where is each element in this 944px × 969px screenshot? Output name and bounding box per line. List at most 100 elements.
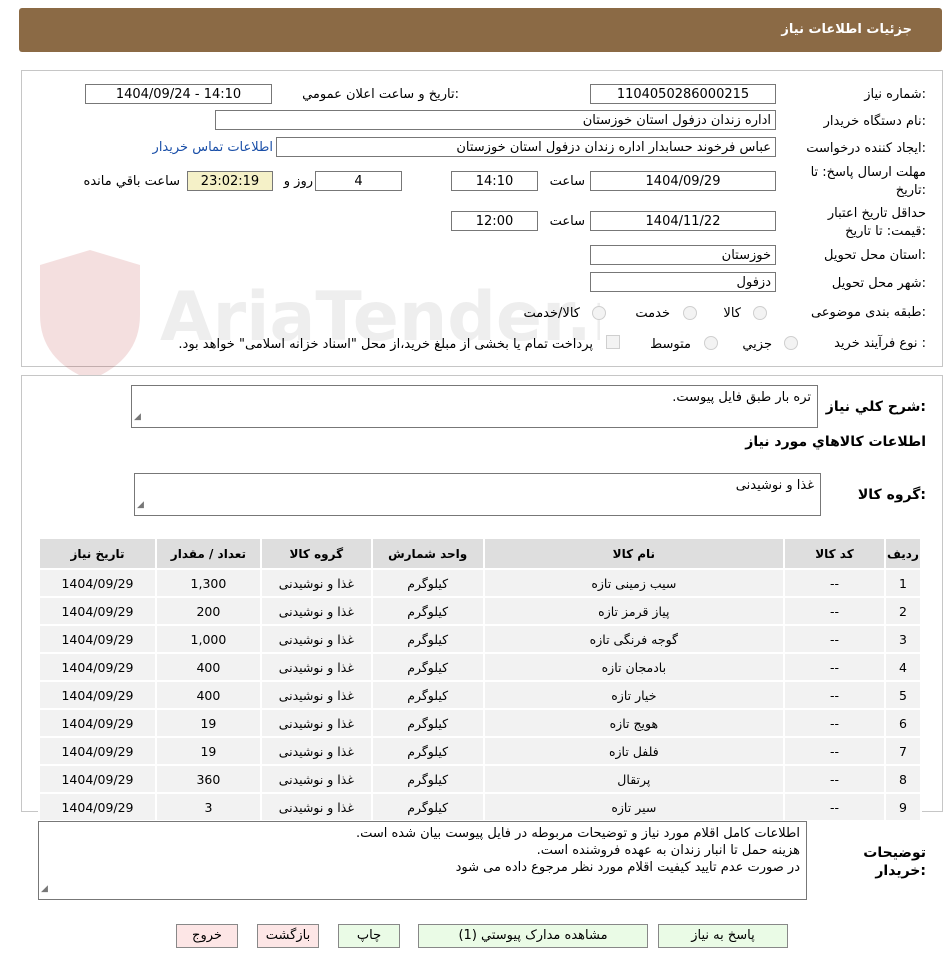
category-option-service: خدمت xyxy=(635,306,670,321)
process-label: نوع فرآيند خريد : xyxy=(834,336,926,351)
category-radio-service[interactable] xyxy=(683,306,697,320)
description-textarea[interactable]: تره بار طبق فایل پیوست. ◢ xyxy=(131,385,818,428)
process-radio-minor[interactable] xyxy=(784,336,798,350)
cell-name: گوجه فرنگی تازه xyxy=(484,626,784,652)
cell-code: -- xyxy=(785,570,884,596)
col-header-unit: واحد شمارش xyxy=(372,539,483,568)
cell-code: -- xyxy=(785,738,884,764)
cell-row-number: 4 xyxy=(885,654,920,680)
cell-code: -- xyxy=(785,766,884,792)
reply-button[interactable]: پاسخ به نياز xyxy=(658,924,788,948)
cell-group: غذا و نوشیدنی xyxy=(261,794,371,820)
buyer-notes-line: در صورت عدم تایید کیفیت اقلام مورد نظر م… xyxy=(455,860,800,875)
buyer-org-label: نام دستگاه خريدار: xyxy=(823,114,926,129)
cell-name: پیاز قرمز تازه xyxy=(484,598,784,624)
category-radio-both[interactable] xyxy=(592,306,606,320)
cell-row-number: 5 xyxy=(885,682,920,708)
cell-code: -- xyxy=(785,598,884,624)
table-row: 8 -- پرتقال کیلوگرم غذا و نوشیدنی 360 14… xyxy=(40,766,920,792)
cell-quantity: 400 xyxy=(157,654,260,680)
resize-grip-icon[interactable]: ◢ xyxy=(41,881,48,898)
cell-name: فلفل تازه xyxy=(484,738,784,764)
reply-date-field: 1404/09/29 xyxy=(590,171,776,191)
col-header-group: گروه کالا xyxy=(261,539,371,568)
process-radio-medium[interactable] xyxy=(704,336,718,350)
buyer-notes-textarea[interactable]: اطلاعات کامل اقلام مورد نیاز و توضیحات م… xyxy=(38,821,807,900)
city-field: دزفول xyxy=(590,272,776,292)
need-number-field: 1104050286000215 xyxy=(590,84,776,104)
reply-time-field: 14:10 xyxy=(451,171,538,191)
print-button[interactable]: چاپ xyxy=(338,924,400,948)
cell-date: 1404/09/29 xyxy=(40,710,155,736)
need-number-label: شماره نياز: xyxy=(864,87,926,102)
table-row: 2 -- پیاز قرمز تازه کیلوگرم غذا و نوشیدن… xyxy=(40,598,920,624)
goods-group-textarea[interactable]: غذا و نوشیدنی ◢ xyxy=(134,473,821,516)
table-row: 9 -- سیر تازه کیلوگرم غذا و نوشیدنی 3 14… xyxy=(40,794,920,820)
category-option-goods: کالا xyxy=(723,306,741,321)
reply-deadline-label-2: تاريخ: xyxy=(895,183,926,198)
process-option-minor: جزيي xyxy=(742,337,772,352)
cell-code: -- xyxy=(785,710,884,736)
table-row: 4 -- بادمجان تازه کیلوگرم غذا و نوشیدنی … xyxy=(40,654,920,680)
buyer-notes-label-2: خريدار: xyxy=(875,863,926,879)
cell-group: غذا و نوشیدنی xyxy=(261,738,371,764)
table-row: 1 -- سیب زمینی تازه کیلوگرم غذا و نوشیدن… xyxy=(40,570,920,596)
table-row: 7 -- فلفل تازه کیلوگرم غذا و نوشیدنی 19 … xyxy=(40,738,920,764)
goods-group-label: گروه کالا: xyxy=(857,487,926,503)
cell-quantity: 1,300 xyxy=(157,570,260,596)
cell-date: 1404/09/29 xyxy=(40,738,155,764)
cell-unit: کیلوگرم xyxy=(372,598,483,624)
exit-button[interactable]: خروج xyxy=(176,924,238,948)
table-header-row: رديف کد کالا نام کالا واحد شمارش گروه کا… xyxy=(40,539,920,568)
cell-name: سیب زمینی تازه xyxy=(484,570,784,596)
goods-group-text: غذا و نوشیدنی xyxy=(735,478,814,493)
cell-date: 1404/09/29 xyxy=(40,794,155,820)
cell-quantity: 200 xyxy=(157,598,260,624)
cell-unit: کیلوگرم xyxy=(372,570,483,596)
cell-group: غذا و نوشیدنی xyxy=(261,598,371,624)
cell-code: -- xyxy=(785,654,884,680)
back-button[interactable]: بازگشت xyxy=(257,924,319,948)
cell-name: خیار تازه xyxy=(484,682,784,708)
col-header-quantity: تعداد / مقدار xyxy=(157,539,260,568)
cell-unit: کیلوگرم xyxy=(372,626,483,652)
description-label: شرح کلي نياز: xyxy=(825,399,926,415)
reply-time-label: ساعت xyxy=(549,174,585,189)
page-title: جزئيات اطلاعات نياز xyxy=(781,22,912,37)
treasury-payment-note: پرداخت تمام يا بخشی از مبلغ خريد،از محل … xyxy=(178,337,593,352)
cell-group: غذا و نوشیدنی xyxy=(261,710,371,736)
cell-code: -- xyxy=(785,682,884,708)
cell-unit: کیلوگرم xyxy=(372,738,483,764)
resize-grip-icon[interactable]: ◢ xyxy=(137,497,144,514)
cell-name: سیر تازه xyxy=(484,794,784,820)
cell-date: 1404/09/29 xyxy=(40,682,155,708)
table-row: 3 -- گوجه فرنگی تازه کیلوگرم غذا و نوشید… xyxy=(40,626,920,652)
col-header-row-number: رديف xyxy=(885,539,920,568)
cell-quantity: 400 xyxy=(157,682,260,708)
announce-label: تاريخ و ساعت اعلان عمومي: xyxy=(302,87,459,102)
cell-quantity: 3 xyxy=(157,794,260,820)
resize-grip-icon[interactable]: ◢ xyxy=(134,409,141,426)
cell-unit: کیلوگرم xyxy=(372,794,483,820)
cell-code: -- xyxy=(785,626,884,652)
buyer-contact-link[interactable]: اطلاعات تماس خريدار xyxy=(153,140,273,155)
cell-quantity: 19 xyxy=(157,738,260,764)
items-table-wrapper: رديف کد کالا نام کالا واحد شمارش گروه کا… xyxy=(38,537,922,822)
buyer-org-field: اداره زندان دزفول استان خوزستان xyxy=(215,110,776,130)
requester-label: ايجاد کننده درخواست: xyxy=(806,141,926,156)
cell-row-number: 8 xyxy=(885,766,920,792)
remaining-label: ساعت باقي مانده xyxy=(83,174,180,189)
cell-date: 1404/09/29 xyxy=(40,654,155,680)
treasury-payment-checkbox[interactable] xyxy=(606,335,620,349)
validity-date-field: 1404/11/22 xyxy=(590,211,776,231)
cell-date: 1404/09/29 xyxy=(40,766,155,792)
cell-unit: کیلوگرم xyxy=(372,654,483,680)
buyer-notes-line: اطلاعات کامل اقلام مورد نیاز و توضیحات م… xyxy=(355,826,800,841)
cell-date: 1404/09/29 xyxy=(40,598,155,624)
cell-row-number: 2 xyxy=(885,598,920,624)
category-radio-goods[interactable] xyxy=(753,306,767,320)
cell-group: غذا و نوشیدنی xyxy=(261,682,371,708)
view-attachments-button[interactable]: مشاهده مدارک پيوستي (1) xyxy=(418,924,648,948)
cell-group: غذا و نوشیدنی xyxy=(261,766,371,792)
cell-name: پرتقال xyxy=(484,766,784,792)
